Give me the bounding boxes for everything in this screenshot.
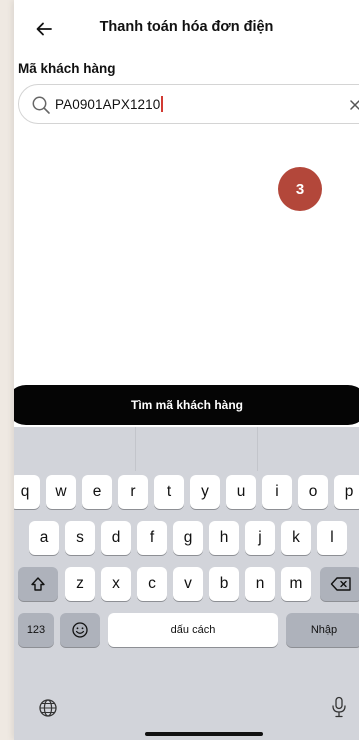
key-x[interactable]: x (101, 567, 131, 601)
shift-key[interactable] (18, 567, 58, 601)
key-r[interactable]: r (118, 475, 148, 509)
key-g[interactable]: g (173, 521, 203, 555)
key-p[interactable]: p (334, 475, 359, 509)
key-w[interactable]: w (46, 475, 76, 509)
key-k[interactable]: k (281, 521, 311, 555)
key-j[interactable]: j (245, 521, 275, 555)
key-o[interactable]: o (298, 475, 328, 509)
page-title: Thanh toán hóa đơn điện (99, 19, 274, 35)
key-i[interactable]: i (262, 475, 292, 509)
key-y[interactable]: y (190, 475, 220, 509)
keyboard: q w e r t y u i o p a s d f g h j k l z … (14, 427, 359, 740)
suggestion-divider (135, 427, 136, 471)
key-s[interactable]: s (65, 521, 95, 555)
suggestion-divider (257, 427, 258, 471)
emoji-key[interactable] (60, 613, 100, 647)
emoji-icon (72, 622, 88, 638)
key-d[interactable]: d (101, 521, 131, 555)
search-value-text: PA0901APX1210 (55, 97, 161, 112)
key-h[interactable]: h (209, 521, 239, 555)
microphone-icon[interactable] (331, 696, 347, 718)
backspace-key[interactable] (320, 567, 359, 601)
key-a[interactable]: a (29, 521, 59, 555)
return-key[interactable]: Nhập (286, 613, 359, 647)
key-u[interactable]: u (226, 475, 256, 509)
clear-button[interactable] (346, 96, 359, 114)
key-f[interactable]: f (137, 521, 167, 555)
keyboard-suggestion-bar (14, 427, 359, 471)
search-value: PA0901APX1210 (55, 96, 163, 112)
shift-icon (31, 577, 45, 591)
key-q[interactable]: q (14, 475, 40, 509)
key-v[interactable]: v (173, 567, 203, 601)
key-m[interactable]: m (281, 567, 311, 601)
key-z[interactable]: z (65, 567, 95, 601)
header: Thanh toán hóa đơn điện (14, 0, 359, 58)
customer-code-label: Mã khách hàng (18, 61, 116, 76)
close-icon (350, 100, 359, 110)
key-t[interactable]: t (154, 475, 184, 509)
find-customer-code-button[interactable]: Tìm mã khách hàng (14, 385, 359, 425)
phone-screen: Thanh toán hóa đơn điện Mã khách hàng PA… (14, 0, 359, 740)
customer-code-search-input[interactable]: PA0901APX1210 (18, 84, 359, 124)
key-l[interactable]: l (317, 521, 347, 555)
home-indicator (145, 732, 263, 736)
key-b[interactable]: b (209, 567, 239, 601)
text-caret (161, 96, 163, 112)
backspace-icon (330, 577, 351, 591)
globe-icon[interactable] (38, 698, 58, 718)
key-c[interactable]: c (137, 567, 167, 601)
search-icon (32, 96, 50, 114)
step-badge: 3 (278, 167, 322, 211)
numbers-key[interactable]: 123 (18, 613, 54, 647)
key-e[interactable]: e (82, 475, 112, 509)
key-n[interactable]: n (245, 567, 275, 601)
space-key[interactable]: dấu cách (108, 613, 278, 647)
